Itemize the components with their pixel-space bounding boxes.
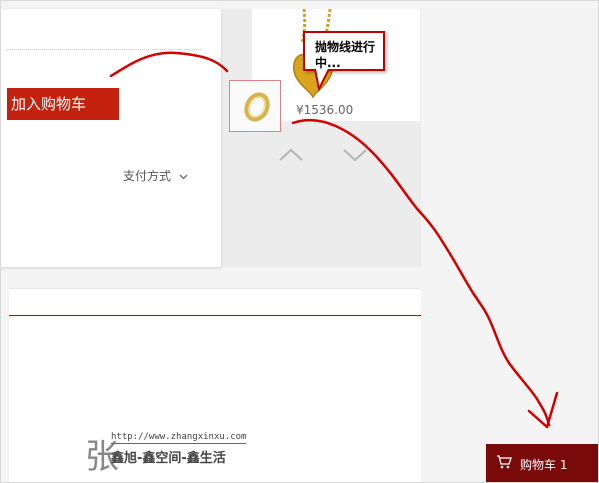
tooltip-line-1: 抛物线进行: [315, 40, 376, 54]
pay-method-dropdown[interactable]: 支付方式: [123, 167, 188, 184]
watermark-slogan: 鑫旭-鑫空间-鑫生活: [111, 451, 226, 466]
cart-icon: [496, 455, 512, 472]
pay-method-label: 支付方式: [123, 169, 172, 183]
divider: [7, 49, 201, 50]
arrow-up-icon[interactable]: [278, 147, 304, 161]
screen-frame: 加入购物车 支付方式 ¥1536.00 购物车 1 张 http://www.z…: [0, 0, 599, 483]
chevron-down-icon: [179, 172, 188, 183]
tooltip-callout: 抛物线进行 中...: [303, 31, 385, 71]
tooltip-tail: [314, 69, 330, 91]
product-price: ¥1536.00: [296, 103, 354, 117]
ring-thumbnail[interactable]: [229, 80, 281, 132]
annotation-arrowhead: [527, 391, 559, 429]
watermark-url: http://www.zhangxinxu.com: [111, 432, 247, 444]
watermark: 张 http://www.zhangxinxu.com 鑫旭-鑫空间-鑫生活: [81, 429, 251, 477]
cart-bar-label: 购物车 1: [520, 458, 568, 472]
add-to-cart-button[interactable]: 加入购物车: [7, 88, 119, 120]
ring-image: [244, 92, 270, 122]
product-info-panel: 加入购物车 支付方式: [1, 9, 221, 267]
arrow-down-icon[interactable]: [342, 147, 368, 162]
cart-bar[interactable]: 购物车 1: [486, 444, 598, 482]
lower-divider: [9, 315, 421, 316]
